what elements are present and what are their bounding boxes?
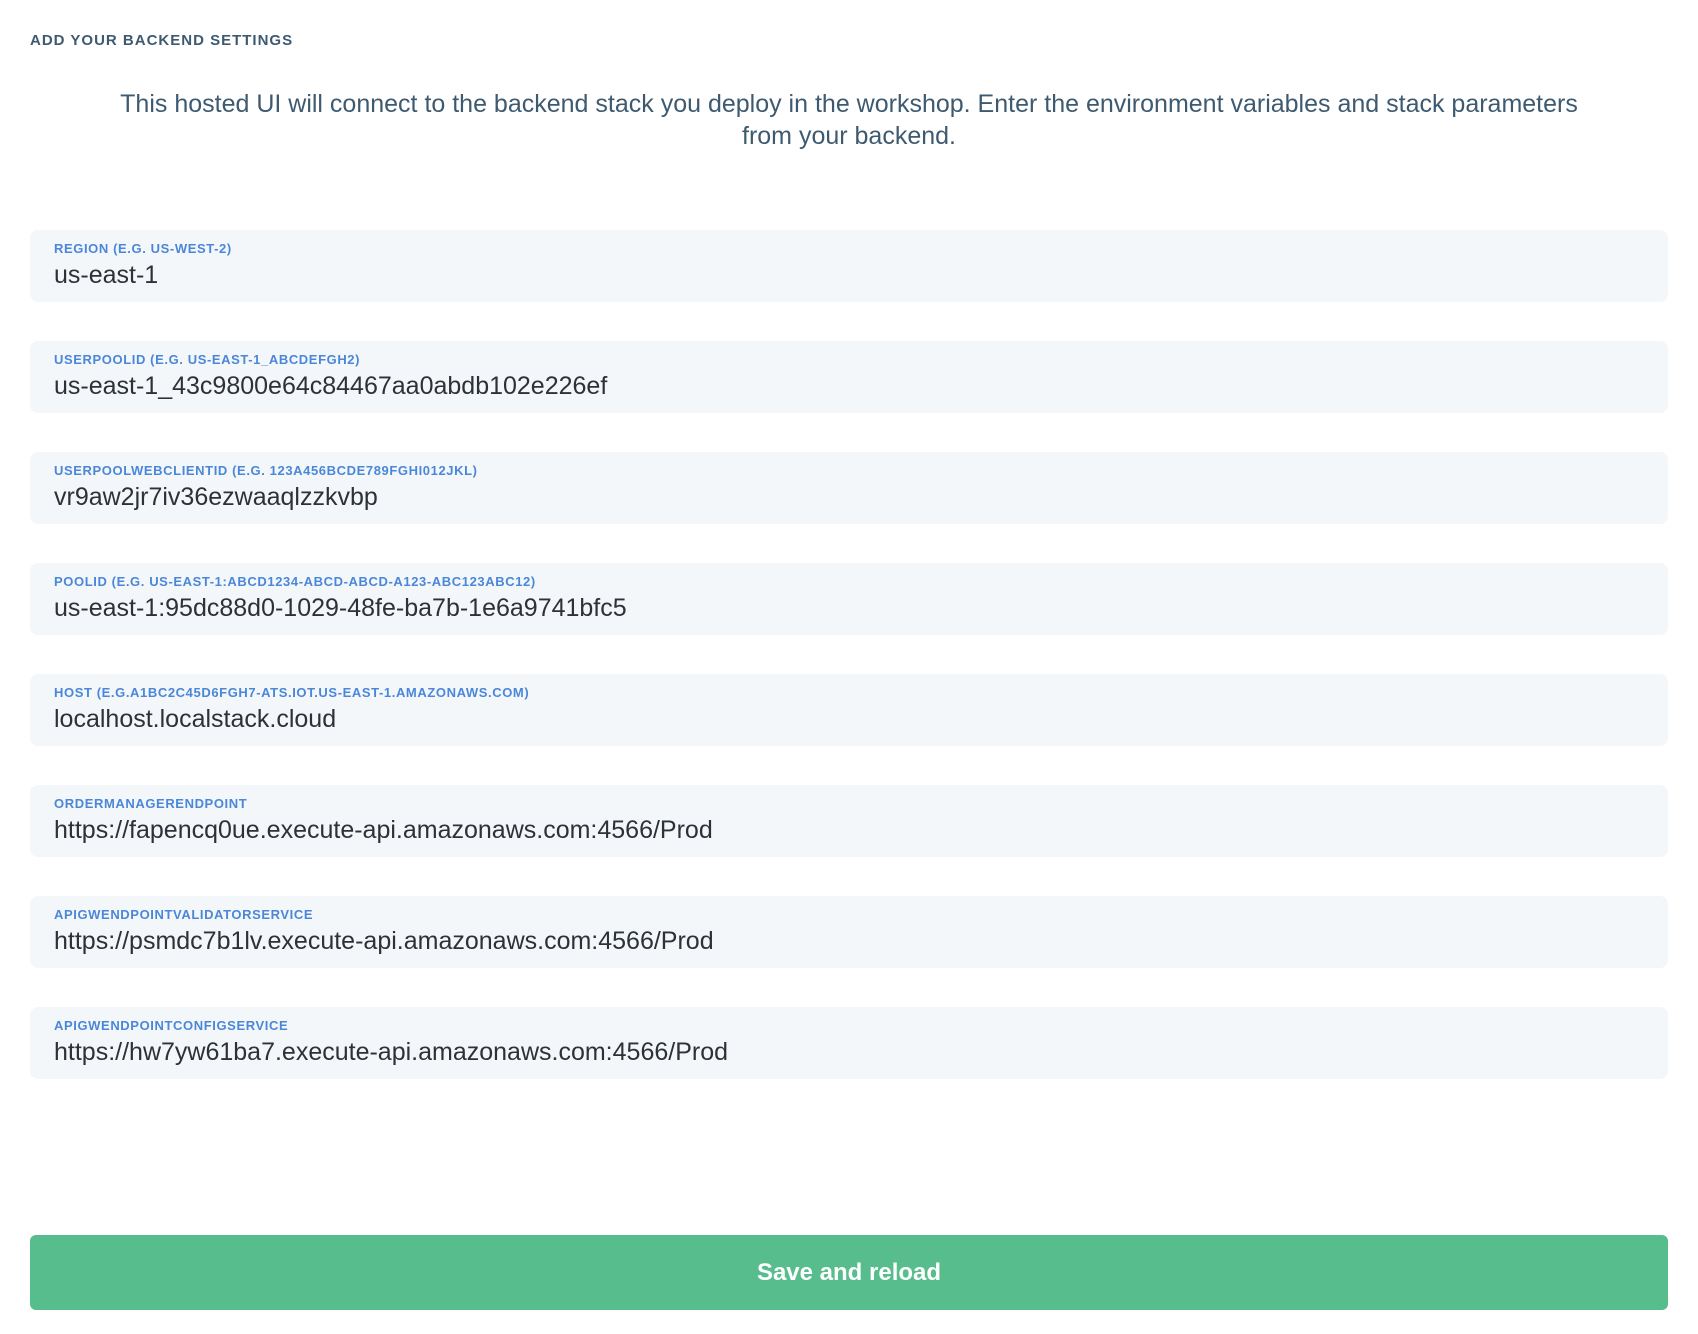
- field-userpoolwebclientid[interactable]: USERPOOLWEBCLIENTID (E.G. 123A456BCDE789…: [30, 452, 1668, 524]
- save-and-reload-button[interactable]: Save and reload: [30, 1235, 1668, 1310]
- field-label-apigwendpointconfigservice: APIGWENDPOINTCONFIGSERVICE: [54, 1018, 1644, 1034]
- poolid-input[interactable]: [54, 590, 1644, 623]
- field-host[interactable]: HOST (E.G.A1BC2C45D6FGH7-ATS.IOT.US-EAST…: [30, 674, 1668, 746]
- page-title: ADD YOUR BACKEND SETTINGS: [30, 32, 1668, 49]
- page-description: This hosted UI will connect to the backe…: [104, 89, 1594, 152]
- userpoolwebclientid-input[interactable]: [54, 479, 1644, 512]
- field-label-region: REGION (E.G. US-WEST-2): [54, 241, 1644, 257]
- settings-form: REGION (E.G. US-WEST-2) USERPOOLID (E.G.…: [30, 230, 1668, 1079]
- host-input[interactable]: [54, 701, 1644, 734]
- field-ordermanagerendpoint[interactable]: ORDERMANAGERENDPOINT: [30, 785, 1668, 857]
- apigwendpointconfigservice-input[interactable]: [54, 1034, 1644, 1067]
- field-region[interactable]: REGION (E.G. US-WEST-2): [30, 230, 1668, 302]
- field-userpoolid[interactable]: USERPOOLID (E.G. US-EAST-1_ABCDEFGH2): [30, 341, 1668, 413]
- field-label-userpoolid: USERPOOLID (E.G. US-EAST-1_ABCDEFGH2): [54, 352, 1644, 368]
- field-label-poolid: POOLID (E.G. US-EAST-1:ABCD1234-ABCD-ABC…: [54, 574, 1644, 590]
- field-label-apigwendpointvalidatorservice: APIGWENDPOINTVALIDATORSERVICE: [54, 907, 1644, 923]
- field-label-host: HOST (E.G.A1BC2C45D6FGH7-ATS.IOT.US-EAST…: [54, 685, 1644, 701]
- apigwendpointvalidatorservice-input[interactable]: [54, 923, 1644, 956]
- field-label-userpoolwebclientid: USERPOOLWEBCLIENTID (E.G. 123A456BCDE789…: [54, 463, 1644, 479]
- backend-settings-page: ADD YOUR BACKEND SETTINGS This hosted UI…: [0, 0, 1698, 1334]
- field-apigwendpointvalidatorservice[interactable]: APIGWENDPOINTVALIDATORSERVICE: [30, 896, 1668, 968]
- region-input[interactable]: [54, 257, 1644, 290]
- userpoolid-input[interactable]: [54, 368, 1644, 401]
- ordermanagerendpoint-input[interactable]: [54, 812, 1644, 845]
- field-apigwendpointconfigservice[interactable]: APIGWENDPOINTCONFIGSERVICE: [30, 1007, 1668, 1079]
- field-label-ordermanagerendpoint: ORDERMANAGERENDPOINT: [54, 796, 1644, 812]
- field-poolid[interactable]: POOLID (E.G. US-EAST-1:ABCD1234-ABCD-ABC…: [30, 563, 1668, 635]
